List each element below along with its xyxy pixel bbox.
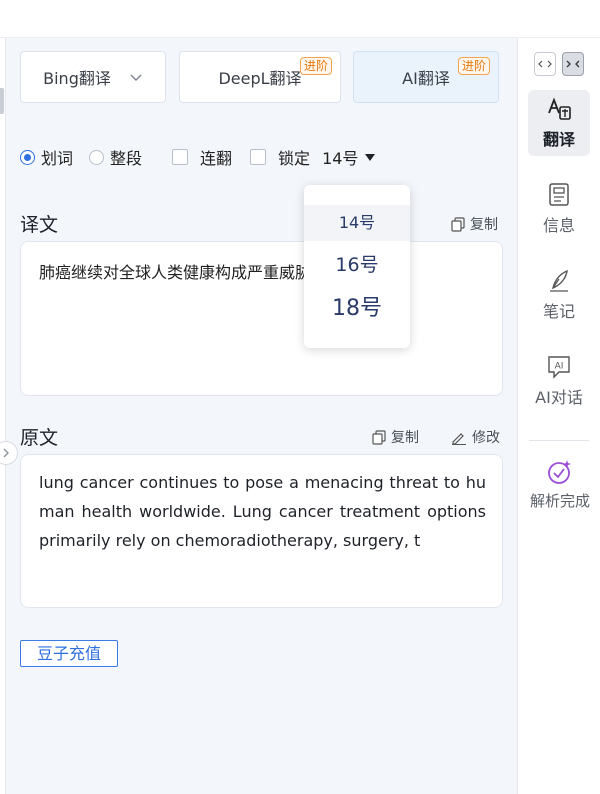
- edit-label: 修改: [472, 430, 500, 446]
- word-mode-label: 划词: [41, 149, 74, 168]
- engine-ai-label: AI翻译: [402, 69, 450, 88]
- engine-deepl-button[interactable]: DeepL翻译 进阶: [179, 51, 341, 103]
- sidebar-item-translate[interactable]: 翻译: [528, 90, 590, 156]
- engine-bing-button[interactable]: Bing翻译: [20, 51, 166, 103]
- font-size-option-18[interactable]: 18号: [304, 289, 410, 329]
- right-sidebar: 翻译 信息 笔记 AI AI对话 解析完成: [517, 38, 600, 794]
- engine-bing-label: Bing翻译: [43, 69, 111, 88]
- translation-panel: Bing翻译 DeepL翻译 进阶 AI翻译 进阶 划词 整段 连翻 锁定 14: [6, 38, 517, 794]
- ai-chat-icon: AI: [548, 356, 570, 379]
- font-size-option-14[interactable]: 14号: [304, 205, 410, 241]
- copy-icon: [451, 216, 465, 232]
- lock-label: 锁定: [278, 149, 311, 168]
- sidebar-divider: [529, 440, 589, 441]
- copy-label: 复制: [391, 430, 419, 446]
- sidebar-item-label: 笔记: [542, 302, 575, 321]
- checkbox-icon: [172, 149, 189, 165]
- font-size-option-16[interactable]: 16号: [304, 247, 410, 283]
- info-document-icon: [549, 183, 569, 206]
- edit-source-button[interactable]: 修改: [451, 427, 500, 447]
- sidebar-item-label: AI对话: [535, 388, 583, 407]
- top-bar: [0, 0, 600, 38]
- copy-source-button[interactable]: 复制: [372, 427, 419, 447]
- expand-arrows-icon: [538, 60, 552, 68]
- engine-deepl-label: DeepL翻译: [218, 69, 302, 88]
- shrink-panel-button[interactable]: [562, 52, 584, 76]
- translation-card: 肺癌继续对全球人类健康构成严重威胁，其治疗: [20, 241, 503, 396]
- continuous-label: 连翻: [200, 149, 233, 168]
- copy-label: 复制: [470, 217, 498, 233]
- copy-icon: [372, 429, 386, 445]
- lock-checkbox[interactable]: 锁定: [250, 145, 310, 169]
- word-mode-radio[interactable]: 划词: [20, 145, 73, 169]
- expand-panel-button[interactable]: [534, 52, 556, 76]
- chevron-right-icon: [3, 448, 9, 458]
- sidebar-item-ai-chat[interactable]: AI AI对话: [528, 348, 590, 414]
- radio-unchecked-icon: [89, 149, 105, 165]
- shrink-arrows-icon: [566, 60, 580, 68]
- continuous-checkbox[interactable]: 连翻: [172, 145, 232, 169]
- caret-down-icon: [365, 154, 376, 161]
- advanced-badge: 进阶: [457, 57, 490, 75]
- checkbox-icon: [250, 149, 267, 165]
- paragraph-mode-label: 整段: [110, 149, 143, 168]
- svg-text:AI: AI: [555, 362, 564, 372]
- recharge-button[interactable]: 豆子充值: [20, 640, 119, 667]
- note-pen-icon: [550, 269, 568, 292]
- radio-checked-icon: [20, 149, 35, 165]
- sidebar-item-label: 信息: [542, 216, 575, 235]
- sidebar-item-parse-status[interactable]: 解析完成: [525, 452, 595, 526]
- translation-title: 译文: [20, 214, 59, 236]
- sidebar-item-info[interactable]: 信息: [528, 176, 590, 242]
- sidebar-item-notes[interactable]: 笔记: [528, 262, 590, 328]
- source-text[interactable]: lung cancer continues to pose a menacing…: [39, 468, 486, 555]
- font-size-select[interactable]: 14号: [322, 145, 376, 169]
- engine-ai-button[interactable]: AI翻译 进阶: [353, 51, 499, 103]
- paragraph-mode-radio[interactable]: 整段: [89, 145, 142, 169]
- translation-options: 划词 整段 连翻 锁定 14号: [20, 144, 510, 170]
- source-title: 原文: [20, 427, 59, 449]
- sidebar-item-label: 解析完成: [529, 492, 590, 510]
- edit-icon: [452, 432, 466, 445]
- advanced-badge: 进阶: [299, 57, 332, 75]
- left-panel-handle[interactable]: [0, 88, 4, 114]
- parse-complete-icon: [548, 460, 571, 484]
- sidebar-item-label: 翻译: [542, 130, 575, 149]
- source-card: lung cancer continues to pose a menacing…: [20, 454, 503, 608]
- font-size-dropdown: 14号 16号 18号: [304, 185, 410, 348]
- translate-icon: [548, 97, 571, 120]
- copy-translation-button[interactable]: 复制: [451, 214, 498, 234]
- chevron-down-icon: [130, 74, 142, 81]
- font-size-value: 14号: [322, 149, 359, 168]
